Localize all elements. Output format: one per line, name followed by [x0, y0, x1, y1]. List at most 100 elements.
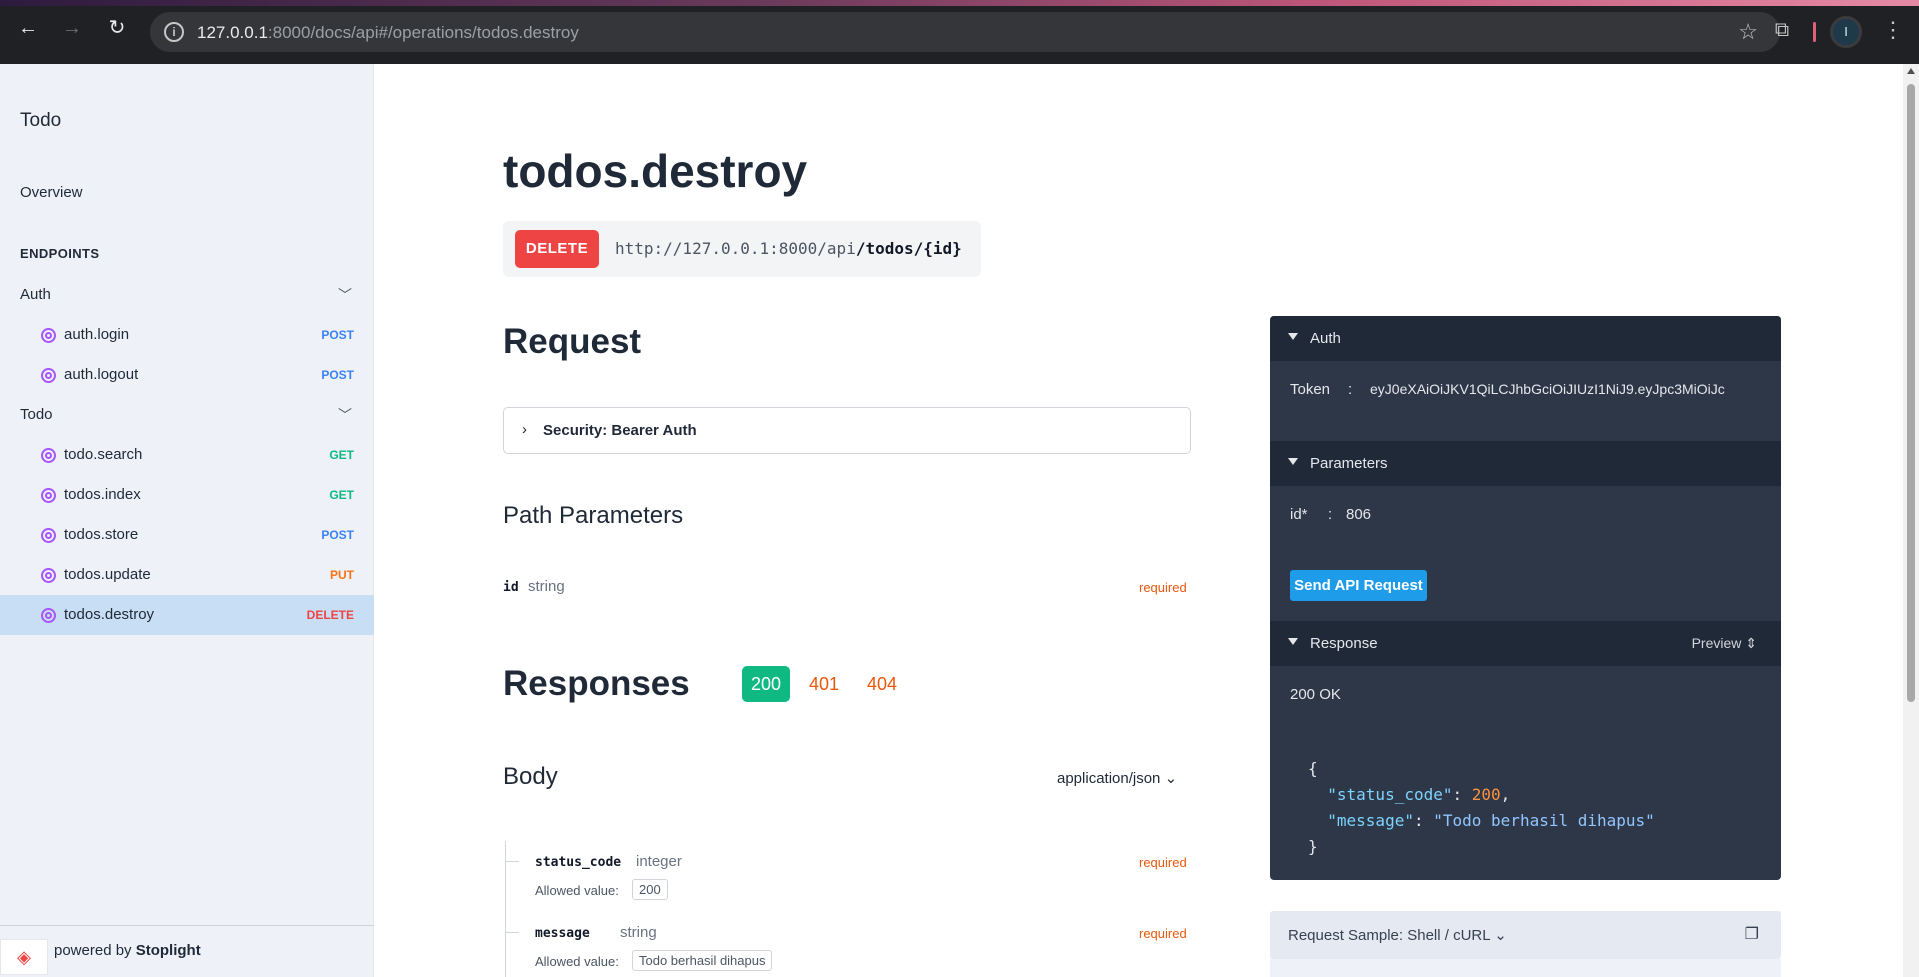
request-sample-title[interactable]: Request Sample: Shell / cURL ⌄ — [1288, 926, 1507, 944]
back-icon[interactable]: ← — [14, 14, 42, 42]
body-heading: Body — [503, 763, 558, 790]
address-bar[interactable]: i 127.0.0.1:8000/docs/api#/operations/to… — [150, 12, 1780, 52]
sidebar-item-todos-destroy[interactable]: todos.destroy DELETE — [0, 595, 374, 635]
param-id-input[interactable]: 806 — [1346, 506, 1496, 523]
schema-tree-tick — [505, 861, 519, 862]
sidebar-item-todos-index[interactable]: todos.index GET — [0, 475, 374, 515]
group-label: Auth — [20, 286, 51, 303]
caret-down-icon — [1288, 458, 1298, 465]
try-it-panel: Auth Token : eyJ0eXAiOiJKV1QiLCJhbGciOiJ… — [1270, 316, 1781, 880]
allowed-value-chip: 200 — [632, 879, 668, 900]
field-type: integer — [636, 853, 682, 870]
request-heading: Request — [503, 322, 642, 361]
send-api-request-button[interactable]: Send API Request — [1290, 570, 1427, 601]
endpoint-target-icon — [41, 528, 56, 543]
section-title: Parameters — [1310, 455, 1388, 472]
main-content: todos.destroy DELETE http://127.0.0.1:80… — [375, 64, 1903, 977]
chevron-right-icon: › — [522, 421, 527, 438]
sidebar-logo[interactable]: Todo — [20, 110, 61, 132]
endpoints-section-title: ENDPOINTS — [20, 246, 100, 261]
scroll-up-arrow-icon[interactable] — [1907, 68, 1915, 74]
message-value: Todo berhasil dihapus — [1442, 811, 1646, 830]
chevron-down-icon: ﹀ — [338, 287, 352, 303]
sidebar-group-auth[interactable]: Auth ﹀ — [0, 275, 374, 315]
method-badge-delete: DELETE — [515, 230, 599, 268]
status-code-value: 200 — [1471, 785, 1501, 804]
sidebar-item-todos-update[interactable]: todos.update PUT — [0, 555, 374, 595]
powered-by-footer[interactable]: ◈ powered by Stoplight — [0, 925, 374, 977]
sidebar-item-auth-logout[interactable]: auth.logout POST — [0, 355, 374, 395]
field-type: string — [620, 924, 657, 941]
extensions-icon[interactable]: ⧉ — [1770, 18, 1794, 42]
param-name: id — [503, 580, 519, 595]
method-badge: PUT — [330, 568, 354, 582]
browser-menu-icon[interactable]: ⋮ — [1882, 18, 1904, 42]
sidebar-item-label: todos.store — [64, 526, 139, 543]
security-label: Security: Bearer Auth — [543, 422, 697, 439]
token-separator: : — [1348, 381, 1353, 398]
parameters-section-header[interactable]: Parameters — [1270, 441, 1781, 486]
group-label: Todo — [20, 406, 53, 423]
sidebar-item-label: todos.update — [64, 566, 151, 583]
chevron-down-icon: ⌄ — [1494, 927, 1507, 944]
responses-heading: Responses — [503, 664, 690, 703]
method-badge: POST — [321, 328, 354, 342]
field-name: status_code — [535, 855, 622, 870]
reload-icon[interactable]: ↻ — [103, 14, 131, 42]
forward-icon[interactable]: → — [58, 14, 86, 42]
tab-strip — [0, 0, 1919, 6]
copy-icon[interactable]: ❐ — [1745, 924, 1759, 944]
scrollbar-thumb[interactable] — [1907, 84, 1915, 702]
endpoint-target-icon — [41, 608, 56, 623]
method-badge: POST — [321, 528, 354, 542]
preview-select[interactable]: Preview ⇕ — [1692, 635, 1757, 652]
section-title: Auth — [1310, 330, 1341, 347]
endpoint-path[interactable]: http://127.0.0.1:8000/api/todos/{id} — [615, 239, 962, 258]
required-label: required — [1139, 855, 1187, 870]
bookmark-star-icon[interactable]: ☆ — [1738, 19, 1758, 45]
field-name: message — [535, 926, 590, 941]
allowed-value-label: Allowed value: — [535, 954, 619, 969]
sidebar-item-auth-login[interactable]: auth.login POST — [0, 315, 374, 355]
sidebar-item-todos-store[interactable]: todos.store POST — [0, 515, 374, 555]
sidebar-item-label: auth.login — [64, 326, 130, 343]
powered-by-text: powered by Stoplight — [54, 942, 201, 959]
profile-avatar[interactable]: I — [1830, 16, 1862, 48]
sidebar-item-label: auth.logout — [64, 366, 139, 383]
path-parameters-heading: Path Parameters — [503, 502, 684, 529]
page-title: todos.destroy — [503, 145, 808, 197]
sidebar-item-todo-search[interactable]: todo.search GET — [0, 435, 374, 475]
security-accordion[interactable]: › Security: Bearer Auth — [503, 407, 1191, 454]
content-type-select[interactable]: application/json ⌄ — [1057, 769, 1177, 787]
response-tab-401[interactable]: 401 — [806, 666, 842, 702]
required-label: required — [1139, 926, 1187, 941]
request-sample-header[interactable]: Request Sample: Shell / cURL ⌄ ❐ — [1270, 911, 1781, 959]
sort-icon: ⇕ — [1745, 635, 1757, 651]
section-title: Response — [1310, 635, 1378, 652]
auth-section-header[interactable]: Auth — [1270, 316, 1781, 361]
sidebar-item-label: todos.destroy — [64, 606, 155, 623]
param-type: string — [528, 578, 565, 595]
endpoint-target-icon — [41, 488, 56, 503]
chevron-down-icon: ⌄ — [1164, 770, 1178, 787]
browser-chrome: ← → ↻ i 127.0.0.1:8000/docs/api#/operati… — [0, 0, 1919, 64]
response-tab-404[interactable]: 404 — [864, 666, 900, 702]
sidebar-overview-link[interactable]: Overview — [20, 184, 83, 201]
endpoint-target-icon — [41, 328, 56, 343]
caret-down-icon — [1288, 638, 1298, 645]
sidebar-item-label: todos.index — [64, 486, 141, 503]
response-section-header[interactable]: Response Preview ⇕ — [1270, 621, 1781, 666]
token-input[interactable]: eyJ0eXAiOiJKV1QiLCJhbGciOiJIUzI1NiJ9.eyJ… — [1370, 378, 1764, 400]
param-separator: : — [1328, 506, 1333, 523]
site-info-icon[interactable]: i — [164, 22, 184, 42]
response-tab-200[interactable]: 200 — [742, 666, 790, 702]
laravel-logo-icon: ◈ — [0, 939, 48, 975]
method-badge: GET — [329, 448, 354, 462]
method-badge: DELETE — [306, 608, 354, 622]
page-scrollbar[interactable] — [1903, 64, 1919, 977]
preview-label: Preview — [1691, 635, 1742, 651]
caret-down-icon — [1288, 333, 1298, 340]
sidebar-group-todo[interactable]: Todo ﹀ — [0, 395, 374, 435]
url-text[interactable]: 127.0.0.1:8000/docs/api#/operations/todo… — [197, 23, 579, 43]
toolbar-divider — [1813, 22, 1816, 42]
